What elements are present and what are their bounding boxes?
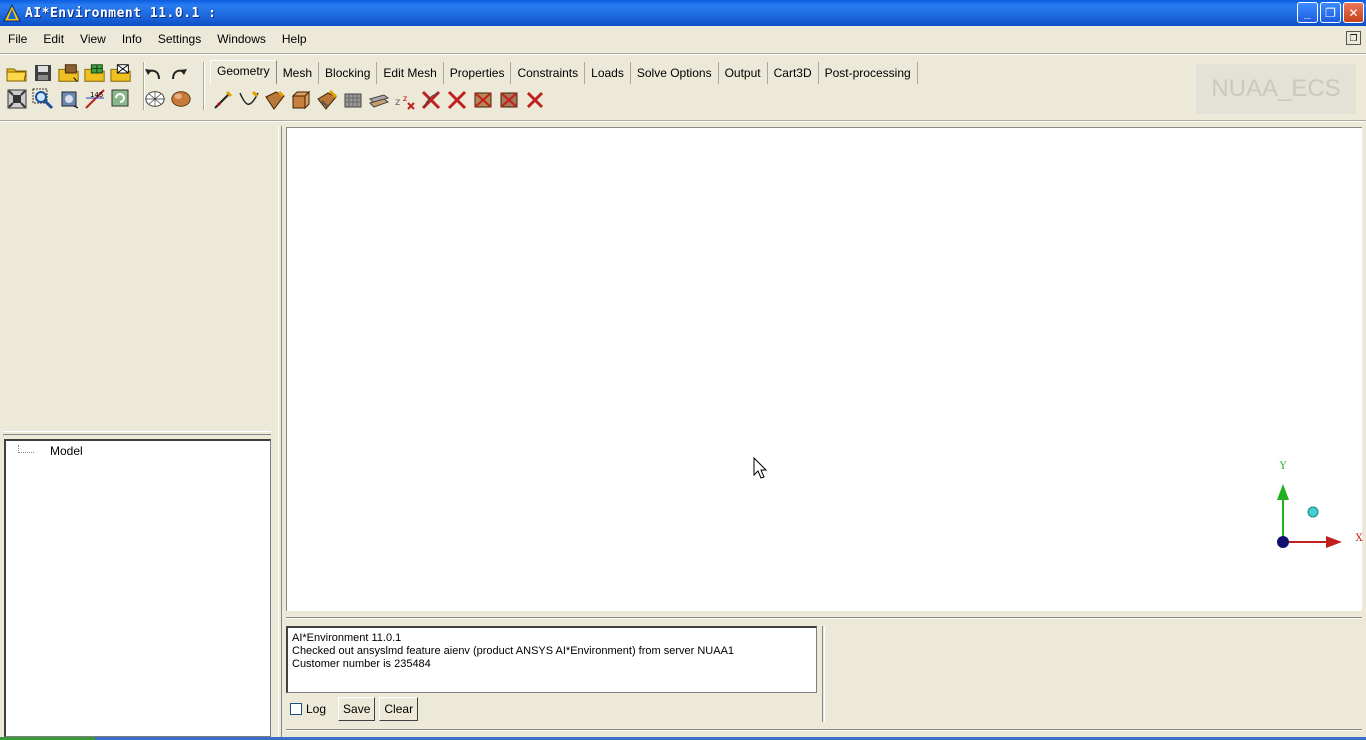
menu-file[interactable]: File	[0, 26, 35, 52]
menu-info[interactable]: Info	[114, 26, 150, 52]
function-tabs: Geometry Mesh Blocking Edit Mesh Propert…	[210, 60, 918, 84]
menu-bar: File Edit View Info Settings Windows Hel…	[0, 26, 1366, 52]
svg-text:z: z	[395, 97, 400, 108]
model-tree: Model	[4, 439, 271, 737]
menu-edit[interactable]: Edit	[35, 26, 72, 52]
tab-output[interactable]: Output	[719, 62, 768, 84]
y-axis-arrow	[1277, 484, 1289, 500]
tab-constraints[interactable]: Constraints	[511, 62, 586, 84]
title-bar[interactable]: AI*Environment 11.0.1 : _ ❐ ✕	[0, 0, 1366, 26]
create-point-icon[interactable]	[212, 89, 234, 111]
tab-cart3d[interactable]: Cart3D	[768, 62, 819, 84]
menu-help[interactable]: Help	[274, 26, 315, 52]
toolbar-separator	[203, 62, 205, 110]
tree-connector	[18, 445, 34, 453]
axis-triad: Y X	[1277, 461, 1363, 548]
delete-point-icon[interactable]: zz	[394, 89, 416, 111]
tab-solve-options[interactable]: Solve Options	[631, 62, 719, 84]
svg-text:145: 145	[90, 91, 103, 99]
minimize-button[interactable]: _	[1297, 2, 1318, 23]
open-geometry-icon[interactable]	[58, 62, 80, 84]
create-surface-icon[interactable]	[264, 89, 286, 111]
tab-mesh[interactable]: Mesh	[277, 62, 320, 84]
message-panel-separator	[822, 626, 825, 722]
tree-item-model[interactable]: Model	[50, 444, 83, 458]
bottom-separator	[286, 729, 1362, 731]
menu-view[interactable]: View	[72, 26, 114, 52]
distance-icon[interactable]: 145	[84, 88, 106, 110]
tab-loads[interactable]: Loads	[585, 62, 631, 84]
open-blocking-icon[interactable]	[110, 62, 132, 84]
save-icon[interactable]	[32, 62, 54, 84]
x-axis-arrow	[1326, 536, 1342, 548]
fit-window-icon[interactable]	[6, 88, 28, 110]
log-checkbox[interactable]	[290, 703, 302, 715]
delete-curve-icon[interactable]	[420, 89, 442, 111]
restore-icon[interactable]	[368, 89, 390, 111]
measure-icon[interactable]	[58, 88, 80, 110]
x-axis-label: X	[1355, 533, 1363, 544]
transform-icon[interactable]	[342, 89, 364, 111]
tab-geometry[interactable]: Geometry	[210, 60, 277, 84]
tab-blocking[interactable]: Blocking	[319, 62, 378, 84]
graphics-viewport[interactable]	[286, 127, 1362, 611]
open-mesh-icon[interactable]	[84, 62, 106, 84]
message-controls: Log Save Clear	[290, 697, 419, 721]
wireframe-icon[interactable]	[144, 88, 166, 110]
watermark: NUAA_ECS	[1196, 64, 1356, 114]
tab-post-processing[interactable]: Post-processing	[819, 62, 918, 84]
mdi-restore-icon[interactable]: ❐	[1346, 31, 1361, 45]
app-logo-icon	[3, 4, 21, 22]
zoom-box-icon[interactable]	[32, 88, 54, 110]
y-axis-label: Y	[1279, 461, 1287, 472]
z-axis-dot	[1307, 506, 1319, 518]
undo-icon[interactable]	[142, 62, 164, 84]
toolbar-separator	[143, 62, 145, 110]
delete-body-icon[interactable]	[472, 89, 494, 111]
delete-surface-icon[interactable]	[446, 89, 468, 111]
geometry-toolbar: zz	[212, 88, 546, 112]
menu-settings[interactable]: Settings	[150, 26, 209, 52]
main-toolbar: 145	[6, 60, 201, 116]
log-label: Log	[306, 702, 327, 716]
restore-button[interactable]: ❐	[1320, 2, 1341, 23]
tab-properties[interactable]: Properties	[444, 62, 512, 84]
refresh-icon[interactable]	[110, 88, 132, 110]
window-title: AI*Environment 11.0.1 :	[25, 5, 217, 21]
mouse-cursor-icon	[753, 457, 767, 479]
tab-edit-mesh[interactable]: Edit Mesh	[377, 62, 444, 84]
create-body-icon[interactable]	[290, 89, 312, 111]
menu-windows[interactable]: Windows	[209, 26, 274, 52]
repair-geometry-icon[interactable]	[316, 89, 338, 111]
message-line: Checked out ansyslmd feature aienv (prod…	[292, 645, 735, 657]
message-line: AI*Environment 11.0.1	[292, 632, 402, 644]
message-separator	[286, 617, 1362, 619]
toolbar-separator	[0, 120, 1366, 122]
svg-text:z: z	[403, 94, 407, 103]
menu-separator	[0, 53, 1366, 55]
save-button[interactable]: Save	[338, 697, 376, 721]
redo-icon[interactable]	[168, 62, 190, 84]
clear-button[interactable]: Clear	[379, 697, 419, 721]
shaded-icon[interactable]	[170, 88, 192, 110]
delete-any-icon[interactable]	[524, 89, 546, 111]
data-entry-panel	[0, 124, 276, 430]
vertical-splitter[interactable]	[278, 126, 282, 738]
close-button[interactable]: ✕	[1343, 2, 1364, 23]
message-line: Customer number is 235484	[292, 658, 431, 670]
panel-splitter[interactable]	[3, 431, 271, 435]
delete-material-icon[interactable]	[498, 89, 520, 111]
open-folder-icon[interactable]	[6, 62, 28, 84]
create-curve-icon[interactable]	[238, 89, 260, 111]
origin-dot	[1277, 536, 1289, 548]
message-window[interactable]: AI*Environment 11.0.1 Checked out ansysl…	[286, 626, 817, 693]
